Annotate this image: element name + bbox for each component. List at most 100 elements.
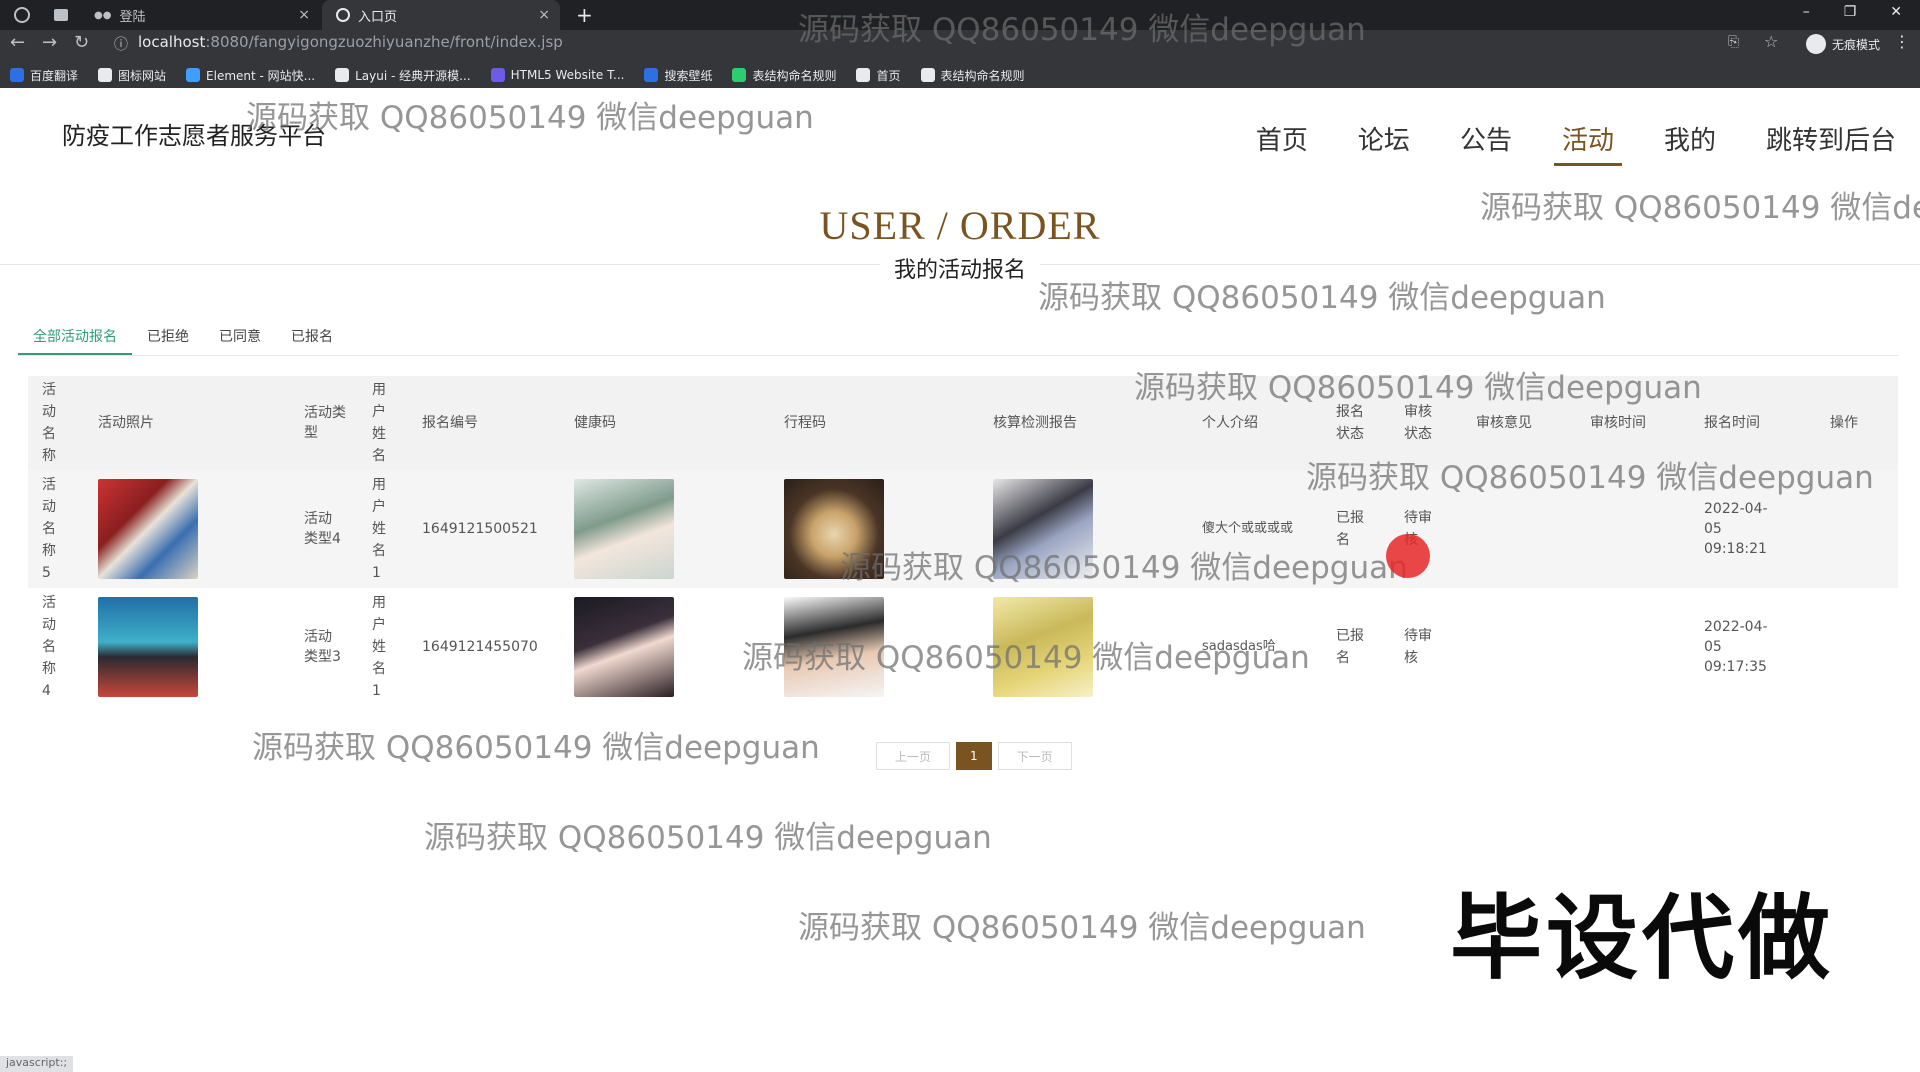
header-label: 行程码: [784, 415, 826, 431]
tab-search-icon[interactable]: [54, 9, 68, 21]
header-label: 报名状态: [1336, 404, 1364, 442]
thumbnail-image[interactable]: [98, 479, 198, 579]
cell-text: 用户姓名1: [372, 477, 386, 581]
bookmark-item[interactable]: 表结构命名规则: [920, 67, 1025, 84]
nav-item[interactable]: 公告: [1452, 120, 1520, 166]
browser-tab-entry[interactable]: 入口页 ×: [322, 0, 560, 30]
header-label: 审核状态: [1404, 404, 1432, 442]
bookmark-item[interactable]: 图标网站: [98, 67, 166, 84]
tab-title: 入口页: [358, 9, 398, 25]
click-highlight: [1386, 534, 1430, 578]
table-cell: 待审核: [1404, 588, 1444, 706]
browser-tab-login[interactable]: ●● 登陆 ×: [80, 0, 320, 30]
header-label: 健康码: [574, 415, 616, 431]
nav-item[interactable]: 我的: [1656, 120, 1724, 166]
tab-filter[interactable]: 已报名: [276, 320, 348, 355]
tab-close-icon[interactable]: ×: [538, 7, 550, 23]
translate-icon[interactable]: ⎘: [1728, 34, 1739, 50]
bookmark-item[interactable]: Layui - 经典开源模...: [335, 67, 471, 84]
close-window-button[interactable]: ✕: [1890, 4, 1902, 20]
watermark-text: 源码获取 QQ86050149 微信deepguan: [246, 100, 814, 136]
cell-text: 用户姓名1: [372, 595, 386, 699]
column-header: 行程码: [784, 376, 894, 470]
header-label: 审核时间: [1590, 415, 1646, 431]
header-label: 报名编号: [422, 415, 478, 431]
tab-filter[interactable]: 已同意: [204, 320, 276, 355]
column-header: 核算检测报告: [993, 376, 1103, 470]
status-tabs: 全部活动报名 已拒绝 已同意 已报名: [18, 320, 1898, 356]
bookmark-star-icon[interactable]: ☆: [1764, 32, 1778, 51]
bookmark-label: 首页: [876, 68, 901, 83]
forward-icon[interactable]: →: [42, 32, 57, 53]
column-header: 活动照片: [98, 376, 208, 470]
header-label: 审核意见: [1476, 415, 1532, 431]
bookmark-label: 图标网站: [118, 68, 167, 83]
bookmark-item[interactable]: 百度翻译: [10, 67, 78, 84]
table-cell: 已报名: [1336, 588, 1376, 706]
nav-item[interactable]: 论坛: [1350, 120, 1418, 166]
column-header: 活动类型: [304, 376, 348, 470]
tab-filter[interactable]: 已拒绝: [132, 320, 204, 355]
cell-value: 已报名: [1336, 628, 1364, 666]
cell-value: 1649121500521: [422, 521, 538, 537]
watermark-text: 源码获取 QQ86050149 微信deepguan: [1038, 280, 1606, 316]
bookmark-label: HTML5 Website T...: [510, 68, 625, 82]
nav-item[interactable]: 首页: [1248, 120, 1316, 166]
bookmark-icon: [856, 68, 871, 82]
bookmark-label: 表结构命名规则: [940, 68, 1025, 83]
table-cell: 用户姓名1: [372, 470, 394, 588]
nav-item[interactable]: 跳转到后台: [1758, 120, 1904, 166]
url-host: localhost: [138, 33, 206, 51]
watermark-text: 源码获取 QQ86050149 微信deepguan: [252, 730, 820, 766]
thumbnail-image[interactable]: [574, 597, 674, 697]
prev-page-button[interactable]: 上一页: [876, 742, 951, 770]
nav-item[interactable]: 活动: [1553, 120, 1622, 166]
browser-menu-icon[interactable]: [14, 7, 30, 23]
incognito-indicator[interactable]: 无痕模式: [1805, 33, 1880, 55]
tab-filter[interactable]: 全部活动报名: [18, 320, 132, 355]
header-label: 核算检测报告: [993, 415, 1077, 431]
minimize-button[interactable]: –: [1803, 4, 1810, 20]
watermark-text: 源码获取 QQ86050149 微信deepguan: [840, 550, 1408, 586]
bookmark-icon: [490, 68, 505, 82]
page-title-cn: 我的活动报名: [880, 252, 1040, 284]
header-label: 操作: [1830, 415, 1858, 431]
watermark-text: 源码获取 QQ86050149 微信deepguan: [742, 640, 1310, 676]
cell-value: 傻大个或或或或: [1202, 521, 1294, 536]
bookmarks-bar: 百度翻译 图标网站 Element - 网站快... Layui - 经典开源模...…: [0, 62, 1920, 88]
reload-icon[interactable]: ↻: [74, 32, 89, 53]
bookmark-item[interactable]: HTML5 Website T...: [490, 68, 625, 82]
thumbnail-image[interactable]: [98, 597, 198, 697]
header-label: 个人介绍: [1202, 415, 1258, 431]
column-header: 活动名称: [42, 376, 64, 470]
header-label: 活动照片: [98, 415, 154, 431]
table-cell: 用户姓名1: [372, 588, 394, 706]
bookmark-label: Element - 网站快...: [206, 68, 316, 83]
status-bar: javascript:;: [0, 1056, 74, 1072]
header-label: 活动名称: [42, 382, 56, 464]
top-nav: 首页 论坛 公告 活动 我的 跳转到后台: [1248, 120, 1904, 166]
next-page-button[interactable]: 下一页: [997, 742, 1072, 770]
watermark-text: 源码获取 QQ86050149 微信deepguan: [798, 910, 1366, 946]
bookmark-label: 表结构命名规则: [752, 68, 837, 83]
browser-menu-icon[interactable]: ⋮: [1894, 32, 1910, 51]
back-icon[interactable]: ←: [10, 32, 25, 53]
site-info-icon[interactable]: ⓘ: [114, 34, 128, 54]
thumbnail-image[interactable]: [574, 479, 674, 579]
page-number-button[interactable]: 1: [956, 742, 992, 770]
bookmark-item[interactable]: 搜索壁纸: [644, 67, 712, 84]
bookmark-label: 搜索壁纸: [664, 68, 713, 83]
table-cell: [574, 470, 684, 588]
table-cell: [98, 470, 208, 588]
bookmark-item[interactable]: 首页: [856, 67, 901, 84]
watermark-text: 源码获取 QQ86050149 微信dee: [1480, 190, 1920, 226]
bookmark-item[interactable]: Element - 网站快...: [186, 67, 315, 84]
bookmark-item[interactable]: 表结构命名规则: [732, 67, 836, 84]
cell-text: 活动名称4: [42, 595, 56, 699]
bookmark-icon: [335, 68, 350, 82]
table-cell: [1830, 588, 1880, 706]
table-cell: 活动名称4: [42, 588, 64, 706]
restore-button[interactable]: ❐: [1844, 4, 1857, 20]
tab-close-icon[interactable]: ×: [298, 7, 310, 23]
new-tab-button[interactable]: +: [576, 3, 593, 27]
